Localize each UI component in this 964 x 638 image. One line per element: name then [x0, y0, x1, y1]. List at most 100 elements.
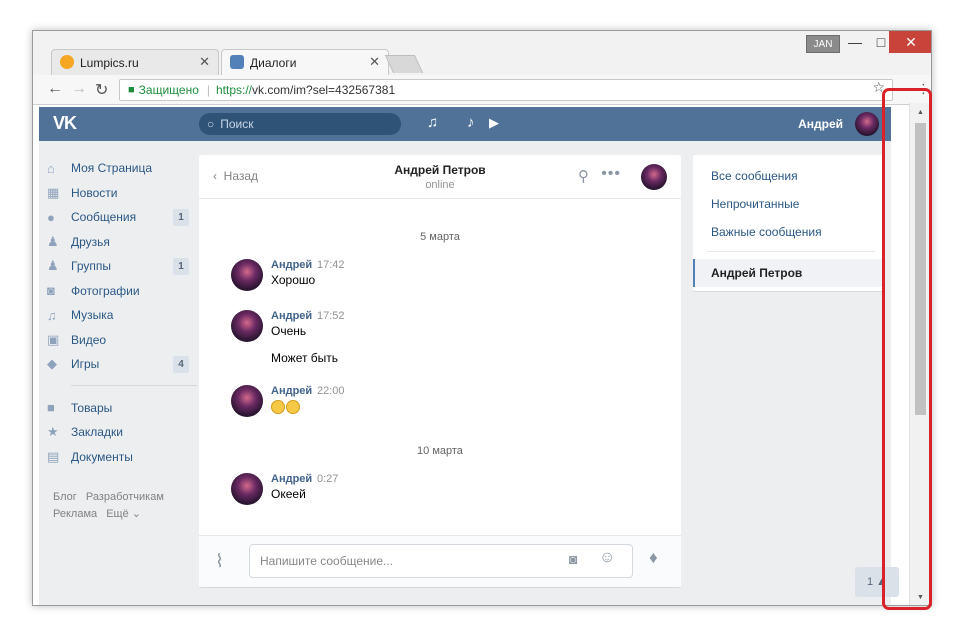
header-avatar[interactable]	[855, 112, 879, 136]
message-emoji	[271, 399, 301, 414]
search-icon: ○	[207, 117, 215, 131]
sidebar-item[interactable]: ♟ Группы 1	[47, 254, 189, 279]
message-time: 22:00	[317, 385, 345, 397]
footer-dev-link[interactable]: Разработчикам	[86, 491, 164, 503]
sidebar-item-label: Товары	[71, 400, 113, 415]
search-input[interactable]: ○ Поиск	[199, 113, 401, 135]
url-scheme: https://	[216, 83, 253, 97]
sidebar-item[interactable]: ♟ Друзья	[47, 230, 187, 255]
message-time: 0:27	[317, 473, 339, 485]
dialogs-filter-panel: Все сообщения Непрочитанные Важные сообщ…	[693, 155, 883, 291]
sidebar-item-label: Фотографии	[71, 283, 140, 298]
sidebar-item[interactable]: ▤ Документы	[47, 445, 187, 470]
forward-arrow-icon[interactable]: →	[71, 80, 87, 98]
message-author[interactable]: Андрей	[271, 473, 312, 485]
header-user-name[interactable]: Андрей	[798, 117, 843, 131]
minimize-button[interactable]: —	[841, 31, 869, 53]
sidebar-item[interactable]: ★ Закладки	[47, 420, 187, 445]
messages-icon: ●	[47, 209, 55, 225]
home-icon: ⌂	[47, 160, 55, 176]
camera-icon[interactable]: ◙	[569, 551, 577, 567]
count-badge: 1	[173, 209, 189, 226]
message-author[interactable]: Андрей	[271, 259, 312, 271]
lock-icon: ■	[128, 84, 135, 96]
active-dialog-item[interactable]: Андрей Петров	[693, 259, 883, 287]
sidebar-item[interactable]: ▣ Видео	[47, 328, 187, 353]
scrollbar-highlight-frame	[882, 88, 932, 610]
address-bar[interactable]: ■ Защищено | https:// vk.com/im?sel=4325…	[119, 79, 893, 101]
photos-icon: ◙	[47, 283, 55, 299]
play-icon[interactable]: ▶	[489, 115, 499, 131]
close-tab-icon[interactable]: ✕	[369, 54, 380, 70]
footer-ads-link[interactable]: Реклама	[53, 508, 97, 520]
back-arrow-icon[interactable]: ←	[47, 80, 63, 98]
vk-logo[interactable]: VK	[53, 113, 77, 134]
message-avatar[interactable]	[231, 473, 263, 505]
vk-header: VK ○ Поиск ♫ ♪ ▶ Андрей	[39, 107, 891, 141]
message-avatar[interactable]	[231, 385, 263, 417]
sidebar-item-label: Игры	[71, 357, 100, 372]
secure-label: Защищено	[138, 83, 199, 97]
sidebar-item-label: Закладки	[71, 425, 123, 440]
footer-links: Блог Разработчикам Реклама Ещё ⌄	[53, 489, 203, 523]
sidebar-item-label: Музыка	[71, 308, 114, 323]
nav-divider	[71, 384, 197, 386]
tab-title: Диалоги	[250, 55, 297, 70]
footer-blog-link[interactable]: Блог	[53, 491, 77, 503]
music-icon[interactable]: ♪	[467, 114, 475, 131]
sidebar-item-label: Друзья	[71, 234, 110, 249]
bookmarks-icon: ★	[47, 424, 59, 440]
message-time: 17:42	[317, 259, 345, 271]
sidebar-item[interactable]: ▦ Новости	[47, 181, 187, 206]
games-icon: ◆	[47, 356, 57, 372]
video-icon: ▣	[47, 331, 60, 347]
bell-icon[interactable]: ♫	[427, 114, 438, 131]
more-options-icon[interactable]: •••	[601, 165, 621, 183]
footer-more-link[interactable]: Ещё ⌄	[106, 508, 141, 520]
peer-avatar[interactable]	[641, 164, 667, 190]
message-author[interactable]: Андрей	[271, 385, 312, 397]
attach-icon[interactable]: ⌇	[215, 551, 224, 572]
message-avatar[interactable]	[231, 259, 263, 291]
filter-unread[interactable]: Непрочитанные	[711, 197, 799, 211]
composer: ⌇ Напишите сообщение... ◙ ☺ ♦	[199, 535, 681, 587]
lumpics-favicon-icon	[60, 55, 74, 69]
close-window-button[interactable]: ✕	[889, 31, 931, 53]
date-separator: 5 марта	[420, 231, 460, 243]
microphone-icon[interactable]: ♦	[649, 548, 658, 568]
vk-favicon-icon	[230, 55, 244, 69]
close-tab-icon[interactable]: ✕	[199, 54, 210, 70]
message-avatar[interactable]	[231, 310, 263, 342]
new-tab-button[interactable]	[384, 55, 424, 73]
smile-icon[interactable]: ☺	[599, 549, 615, 567]
sidebar-item-label: Документы	[71, 449, 133, 464]
chat-header: ‹ Назад Андрей Петров online ⚲ •••	[199, 155, 681, 199]
message-text: Хорошо	[271, 273, 316, 287]
message-author[interactable]: Андрей	[271, 310, 312, 322]
count-badge: 4	[173, 356, 189, 373]
message-text: Океей	[271, 487, 306, 501]
filter-important[interactable]: Важные сообщения	[711, 225, 822, 239]
sidebar-item[interactable]: ◆ Игры 4	[47, 352, 189, 377]
documents-icon: ▤	[47, 448, 60, 464]
message-time: 17:52	[317, 310, 345, 322]
sidebar-item[interactable]: ⌂ Моя Страница	[47, 156, 187, 181]
panel-divider	[707, 251, 875, 252]
profile-chip[interactable]: JAN	[806, 35, 840, 53]
sidebar-item[interactable]: ■ Товары	[47, 396, 187, 421]
message-text: Очень	[271, 324, 307, 338]
count-badge: 1	[173, 258, 189, 275]
sidebar-item[interactable]: ● Сообщения 1	[47, 205, 189, 230]
sidebar-item-label: Видео	[71, 332, 107, 347]
title-bar: Lumpics.ru ✕ Диалоги ✕ JAN — □ ✕	[33, 31, 931, 75]
sidebar-item-label: Новости	[71, 185, 118, 200]
filter-all-messages[interactable]: Все сообщения	[711, 169, 798, 183]
tab-lumpics[interactable]: Lumpics.ru ✕	[51, 49, 219, 75]
sidebar-item[interactable]: ◙ Фотографии	[47, 279, 187, 304]
url-path: vk.com/im?sel=432567381	[252, 83, 396, 97]
tab-title: Lumpics.ru	[80, 55, 139, 70]
tab-dialogs[interactable]: Диалоги ✕	[221, 49, 389, 75]
sidebar-item[interactable]: ♫ Музыка	[47, 303, 187, 328]
reload-icon[interactable]: ↻	[95, 80, 108, 100]
chat-search-icon[interactable]: ⚲	[578, 167, 589, 185]
